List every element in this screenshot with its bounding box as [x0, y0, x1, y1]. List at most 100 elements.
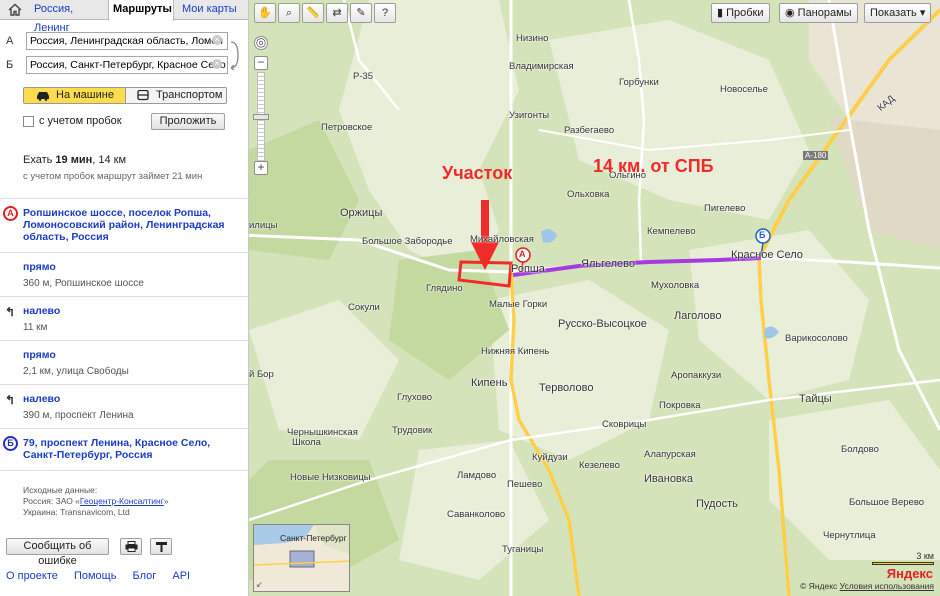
- zoom-thumb[interactable]: [253, 114, 269, 120]
- edit-tool-button[interactable]: ✎: [350, 3, 372, 23]
- map-label: Глядино: [426, 283, 463, 294]
- clear-a-icon[interactable]: ×: [212, 35, 222, 45]
- map-label: Новоселье: [720, 84, 768, 95]
- traffic-checkbox-label: с учетом пробок: [39, 115, 122, 127]
- tab-bar: Россия, Ленинг Маршруты Мои карты: [0, 0, 248, 34]
- map-label: Чернутлица: [823, 530, 876, 541]
- link-button[interactable]: [150, 538, 172, 555]
- terms-link[interactable]: Условия использования: [840, 581, 934, 591]
- footer-links: О проекте Помощь Блог API: [6, 570, 203, 582]
- route-step[interactable]: ↰ налево 11 км: [0, 297, 249, 341]
- traffic-layer-button[interactable]: ▮ Пробки: [711, 3, 770, 23]
- map-label: Яльгелево: [581, 258, 635, 270]
- map-label: Узигонты: [509, 110, 550, 121]
- map-label: Петровское: [321, 122, 373, 133]
- magnifier-tool-button[interactable]: ⌕: [278, 3, 300, 23]
- edit-icon: ✎: [356, 7, 366, 19]
- zoom-out-button[interactable]: −: [254, 56, 268, 70]
- map-label: Михайловская: [470, 234, 534, 245]
- source-link[interactable]: Геоцентр-Консалтинг: [80, 496, 164, 506]
- route-tool-button[interactable]: ⇄: [326, 3, 348, 23]
- map-label: Пудость: [696, 498, 738, 510]
- tab-my-maps[interactable]: Мои карты: [178, 0, 244, 20]
- route-summary: Ехать 19 мин, 14 км: [23, 154, 127, 166]
- point-b-letter: Б: [6, 59, 14, 71]
- map-label: Саванколово: [447, 509, 506, 520]
- route-icon: ⇄: [332, 7, 342, 19]
- minimap-toggle-icon[interactable]: ↙: [256, 580, 263, 589]
- home-tab[interactable]: [4, 0, 26, 20]
- map-label: Ивановка: [644, 473, 693, 485]
- footer-link-about[interactable]: О проекте: [6, 570, 58, 582]
- route-summary-traffic: с учетом пробок маршрут займет 21 мин: [23, 171, 203, 182]
- footer-link-blog[interactable]: Блог: [133, 570, 157, 582]
- route-start[interactable]: А Ропшинское шоссе, поселок Ропша, Ломон…: [0, 199, 249, 253]
- magnifier-icon: ⌕: [285, 7, 293, 19]
- clear-b-icon[interactable]: ×: [212, 59, 222, 69]
- step-detail: 2,1 км, улица Свободы: [23, 366, 129, 377]
- map-label: Алапурская: [644, 449, 696, 460]
- route-end[interactable]: Б 79, проспект Ленина, Красное Село, Сан…: [0, 429, 249, 471]
- help-tool-button[interactable]: ?: [374, 3, 396, 23]
- swap-points-icon[interactable]: [228, 40, 240, 71]
- report-error-button[interactable]: Сообщить об ошибке: [6, 538, 109, 567]
- map-copyright: © Яндекс Условия использования: [800, 581, 934, 591]
- hand-tool-button[interactable]: ✋: [254, 3, 276, 23]
- map-label: Болдово: [841, 444, 879, 455]
- map-label: Русско-Высоцкое: [558, 318, 647, 330]
- ruler-tool-button[interactable]: 📏: [302, 3, 324, 23]
- print-button[interactable]: [120, 538, 142, 555]
- map-label: Терволово: [539, 382, 594, 394]
- map-view[interactable]: А Б Низино Владимирская Горбунки Новосел…: [249, 0, 940, 596]
- map-label: Покровка: [659, 400, 701, 411]
- ruler-icon: 📏: [306, 7, 320, 19]
- route-step[interactable]: прямо 2,1 км, улица Свободы: [0, 341, 249, 385]
- travel-mode-switch: На машине Транспортом: [23, 87, 227, 104]
- point-a-input[interactable]: Россия, Ленинградская область, Ломон: [26, 32, 228, 50]
- map-scale: 3 км: [872, 551, 934, 565]
- map-label: Ропша: [511, 263, 545, 275]
- route-step[interactable]: ↰ налево 390 м, проспект Ленина: [0, 385, 249, 429]
- tab-routes[interactable]: Маршруты: [108, 0, 174, 21]
- map-label: Ольховка: [567, 189, 610, 200]
- car-icon: [37, 92, 49, 101]
- minimap[interactable]: Санкт-Петербург ↙: [253, 524, 350, 592]
- mode-transit-button[interactable]: Транспортом: [126, 88, 226, 103]
- map-label: Куйдузи: [532, 452, 568, 463]
- traffic-checkbox[interactable]: [23, 116, 34, 127]
- question-icon: ?: [381, 7, 389, 19]
- map-label: Кезелево: [579, 460, 620, 471]
- pin-icon: [155, 542, 167, 552]
- panoramas-button[interactable]: ◉ Панорамы: [779, 3, 858, 23]
- road-label: А-180: [803, 151, 829, 160]
- map-label: Тайцы: [799, 393, 832, 405]
- distance-annotation: 14 км. от СПБ: [593, 156, 714, 176]
- mode-car-label: На машине: [56, 89, 114, 101]
- map-canvas: [249, 0, 940, 596]
- map-toolbar: ✋ ⌕ 📏 ⇄ ✎ ?: [254, 3, 398, 23]
- step-direction: налево: [23, 305, 61, 317]
- turn-left-icon: ↰: [5, 305, 16, 319]
- printer-icon: [125, 541, 137, 552]
- compass-icon[interactable]: ◎: [254, 36, 268, 50]
- map-label: Большое Забородье: [362, 236, 453, 247]
- step-detail: 11 км: [23, 322, 48, 333]
- house-icon: [8, 3, 22, 16]
- map-label: Мухоловка: [651, 280, 700, 291]
- show-layers-button[interactable]: Показать ▾: [864, 3, 932, 23]
- plot-annotation: Участок: [442, 163, 513, 183]
- zoom-in-button[interactable]: +: [254, 161, 268, 175]
- build-route-button[interactable]: Проложить: [151, 113, 225, 130]
- start-marker-icon: А: [3, 206, 18, 221]
- map-label: Пигелево: [704, 203, 746, 214]
- footer-link-api[interactable]: API: [172, 570, 190, 582]
- point-b-input[interactable]: Россия, Санкт-Петербург, Красное Село: [26, 56, 228, 74]
- tab-search[interactable]: Россия, Ленинг: [30, 0, 108, 34]
- route-step[interactable]: прямо 360 м, Ропшинское шоссе: [0, 253, 249, 297]
- map-label: Туганицы: [502, 544, 544, 555]
- hand-icon: ✋: [258, 7, 272, 19]
- footer-link-help[interactable]: Помощь: [74, 570, 117, 582]
- map-label: Сокули: [348, 302, 380, 313]
- mode-car-button[interactable]: На машине: [24, 88, 126, 103]
- map-label: й Бор: [249, 369, 274, 380]
